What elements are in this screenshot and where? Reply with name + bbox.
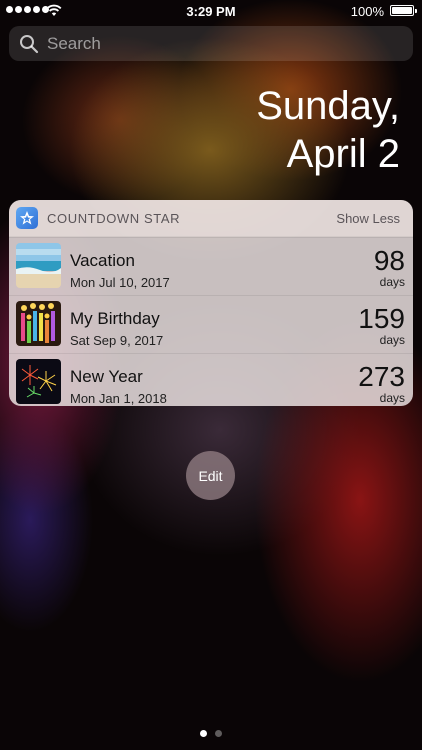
event-date: Sat Sep 9, 2017 xyxy=(70,333,164,348)
event-days-unit: days xyxy=(379,391,405,405)
battery-percentage: 100% xyxy=(350,4,384,19)
event-date: Mon Jan 1, 2018 xyxy=(70,391,167,406)
star-app-icon[interactable] xyxy=(16,207,38,229)
birthday-candles-thumbnail xyxy=(16,301,61,346)
page-dot-current xyxy=(200,730,207,737)
weekday-label: Sunday, xyxy=(256,84,400,128)
edit-button[interactable]: Edit xyxy=(186,451,235,500)
search-input[interactable]: Search xyxy=(47,34,101,54)
page-dot xyxy=(215,730,222,737)
event-days-unit: days xyxy=(379,275,405,289)
status-bar: 3:29 PM 100% xyxy=(0,0,422,22)
beach-thumbnail xyxy=(16,243,61,288)
event-days-count: 273 xyxy=(358,361,405,392)
page-indicator[interactable] xyxy=(0,730,422,737)
event-title: My Birthday xyxy=(70,309,160,328)
event-title: Vacation xyxy=(70,251,135,270)
event-days-count: 159 xyxy=(358,303,405,334)
search-icon xyxy=(20,34,39,53)
battery-icon xyxy=(390,5,417,16)
event-days-unit: days xyxy=(379,333,405,347)
month-day-label: April 2 xyxy=(286,132,400,176)
countdown-widget: COUNTDOWN STAR Show Less Vacation Mon Ju… xyxy=(9,200,413,406)
event-days-count: 98 xyxy=(373,245,405,276)
show-less-button[interactable]: Show Less xyxy=(336,211,400,226)
event-row-birthday[interactable]: My Birthday Sat Sep 9, 2017 159 days xyxy=(9,295,413,353)
event-date: Mon Jul 10, 2017 xyxy=(70,275,170,290)
search-bar[interactable]: Search xyxy=(9,26,413,61)
event-row-vacation[interactable]: Vacation Mon Jul 10, 2017 98 days xyxy=(9,237,413,295)
widget-app-name: COUNTDOWN STAR xyxy=(47,210,181,226)
date-header: Sunday, April 2 xyxy=(256,82,400,178)
event-row-new-year[interactable]: New Year Mon Jan 1, 2018 273 days xyxy=(9,353,413,406)
fireworks-thumbnail xyxy=(16,359,61,404)
widget-header: COUNTDOWN STAR Show Less xyxy=(9,200,413,237)
event-title: New Year xyxy=(70,367,143,386)
